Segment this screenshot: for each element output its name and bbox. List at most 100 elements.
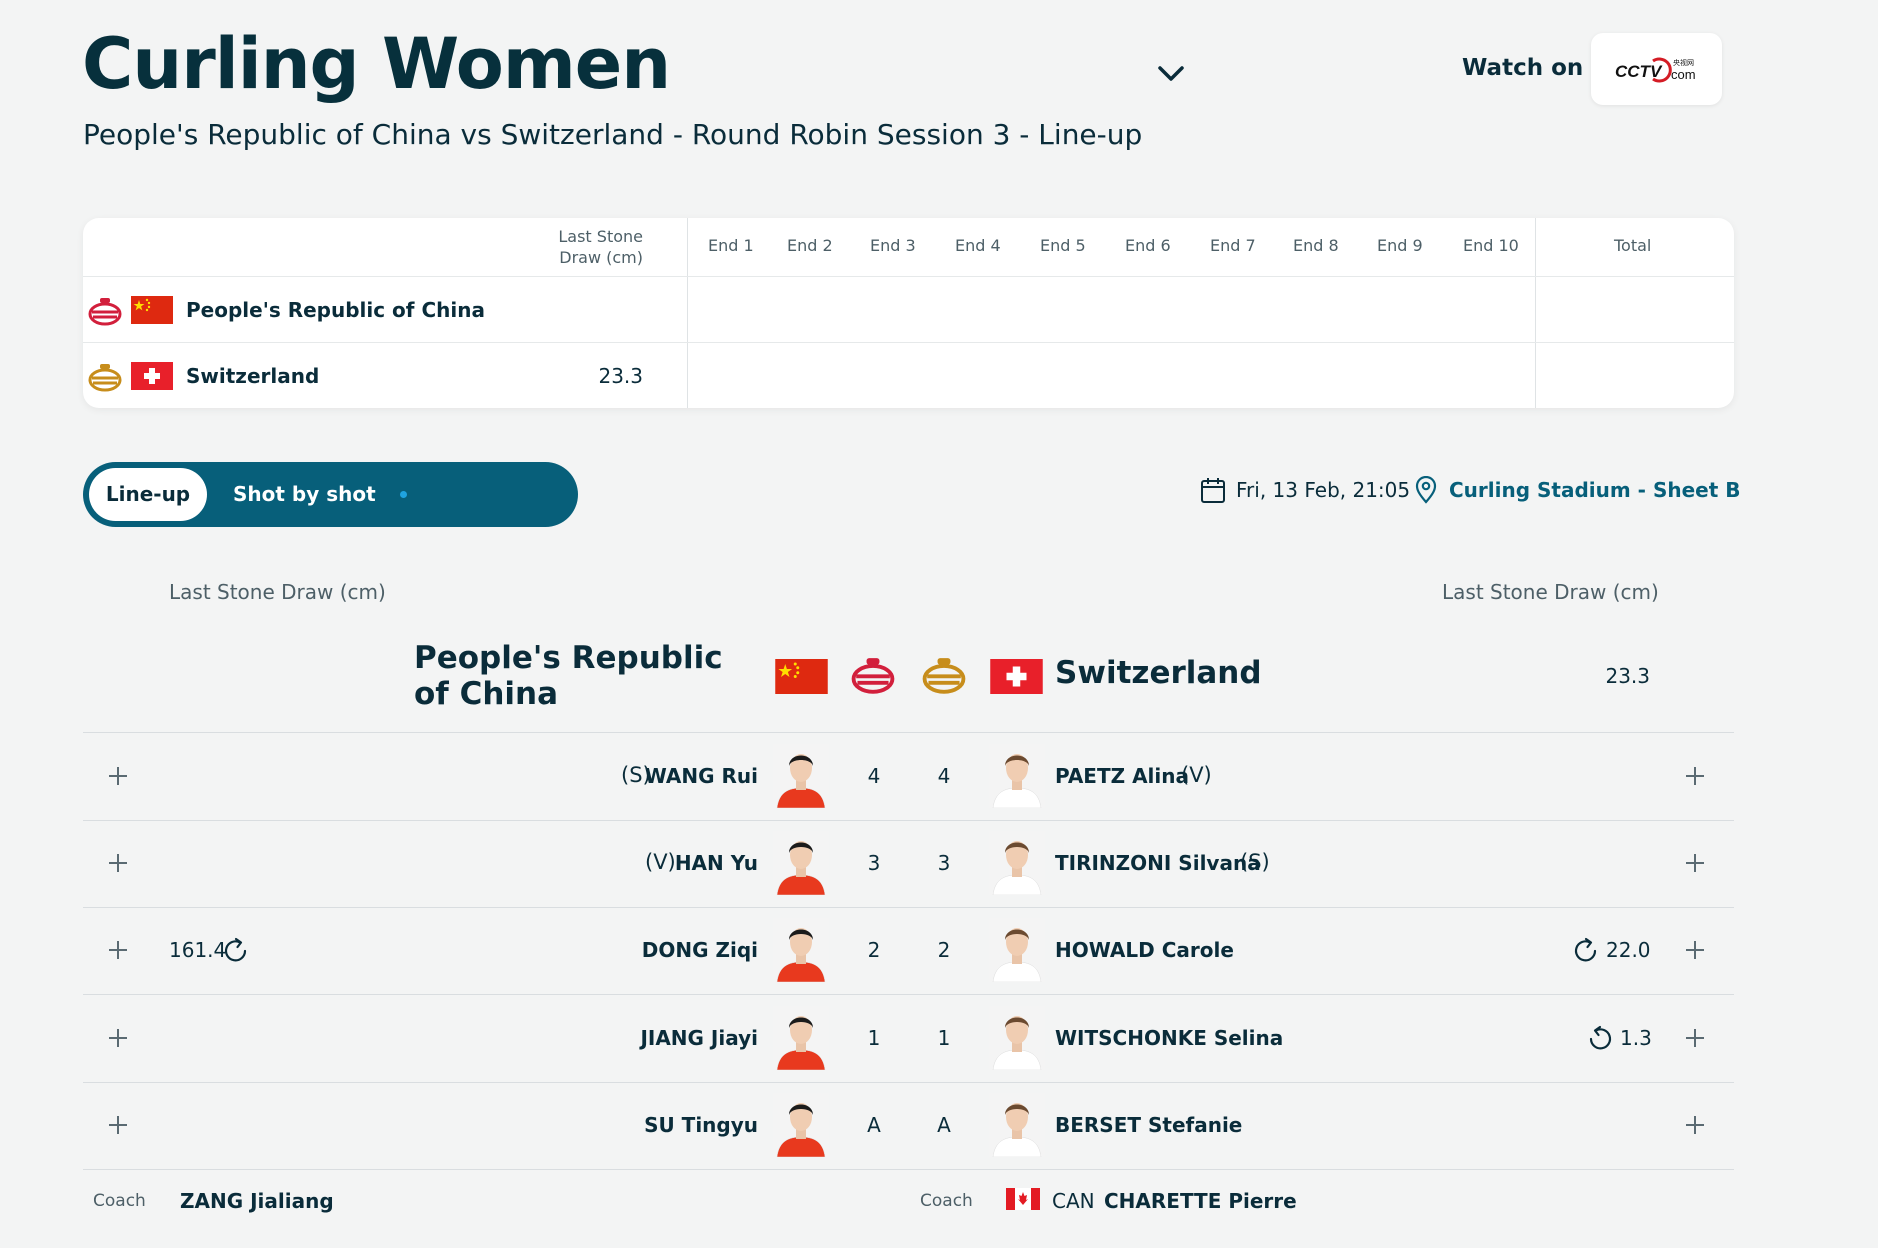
home-player-2-photo: [773, 831, 829, 895]
clockwise-rotation-icon: [224, 937, 247, 962]
away-player-5-photo: [989, 1093, 1045, 1157]
away-player-3-lsd: 22.0: [1606, 938, 1651, 962]
home-player-2-order: 3: [867, 851, 881, 875]
event-date-text: Fri, 13 Feb, 21:05: [1236, 478, 1411, 502]
home-player-4-name[interactable]: JIANG Jiayi: [458, 1026, 758, 1050]
switzerland-flag-icon: [131, 362, 173, 390]
scoreboard-header-end-4: End 4: [955, 236, 1001, 255]
home-player-3-order: 2: [867, 938, 881, 962]
away-player-4-order: 1: [937, 1026, 951, 1050]
away-coach-name[interactable]: CHARETTE Pierre: [1104, 1189, 1297, 1213]
home-player-4-photo: [773, 1006, 829, 1070]
home-player-1-order: 4: [867, 764, 881, 788]
yellow-stone-icon: [88, 364, 122, 392]
away-player-1-order: 4: [937, 764, 951, 788]
chevron-down-icon[interactable]: [1156, 62, 1186, 86]
svg-text:CCTV: CCTV: [1615, 62, 1663, 81]
home-lsd-header: Last Stone Draw (cm): [169, 580, 386, 604]
away-player-3-photo: [989, 918, 1045, 982]
calendar-icon: [1201, 478, 1225, 503]
away-team-name: Switzerland: [1055, 655, 1262, 691]
expand-home-player-1-button[interactable]: [109, 767, 127, 785]
scoreboard-header-end-10: End 10: [1463, 236, 1519, 255]
expand-away-player-1-button[interactable]: [1686, 767, 1704, 785]
expand-home-player-2-button[interactable]: [109, 854, 127, 872]
svg-text:央视网: 央视网: [1673, 58, 1694, 67]
page-title: Curling Women: [82, 23, 671, 105]
yellow-stone-icon: [922, 658, 966, 694]
clockwise-rotation-icon: [1574, 937, 1597, 962]
away-player-2-name[interactable]: TIRINZONI Silvana: [1055, 851, 1261, 875]
home-player-4-order: 1: [867, 1026, 881, 1050]
scoreboard-header-end-3: End 3: [870, 236, 916, 255]
home-player-5-photo: [773, 1093, 829, 1157]
scoreboard-team-china: People's Republic of China: [186, 298, 485, 322]
away-player-4-photo: [989, 1006, 1045, 1070]
expand-home-player-3-button[interactable]: [109, 941, 127, 959]
scoreboard-header-end-6: End 6: [1125, 236, 1171, 255]
away-player-4-name[interactable]: WITSCHONKE Selina: [1055, 1026, 1283, 1050]
scoreboard-header-total: Total: [1614, 236, 1652, 255]
scoreboard-header-last-stone: Last Stone Draw (cm): [558, 227, 643, 267]
expand-away-player-4-button[interactable]: [1686, 1029, 1704, 1047]
home-coach-name[interactable]: ZANG Jialiang: [180, 1189, 334, 1213]
location-pin-icon: [1415, 476, 1437, 504]
svg-text:com: com: [1671, 67, 1696, 82]
red-stone-icon: [851, 658, 895, 694]
scoreboard: Last Stone Draw (cm) End 1 End 2 End 3 E…: [83, 218, 1734, 408]
home-player-3-photo: [773, 918, 829, 982]
home-player-3-name[interactable]: DONG Ziqi: [458, 938, 758, 962]
view-toggle: Line-up Shot by shot: [83, 462, 578, 527]
expand-home-player-5-button[interactable]: [109, 1116, 127, 1134]
scoreboard-header-end-5: End 5: [1040, 236, 1086, 255]
watch-on-label: Watch on: [1462, 55, 1584, 81]
expand-away-player-3-button[interactable]: [1686, 941, 1704, 959]
cctv-logo: CCTV com 央视网: [1615, 57, 1696, 83]
home-team-name: People's Republic of China: [414, 640, 723, 712]
away-player-3-order: 2: [937, 938, 951, 962]
away-player-5-order: A: [937, 1113, 951, 1137]
away-player-2-photo: [989, 831, 1045, 895]
broadcaster-logo-button[interactable]: CCTV com 央视网: [1591, 33, 1722, 105]
home-coach-label: Coach: [93, 1191, 146, 1211]
scoreboard-team-switzerland: Switzerland: [186, 364, 320, 388]
away-player-5-name[interactable]: BERSET Stefanie: [1055, 1113, 1242, 1137]
counterclockwise-rotation-icon: [1589, 1025, 1612, 1050]
away-player-2-position: (S): [1240, 850, 1270, 874]
away-player-3-name[interactable]: HOWALD Carole: [1055, 938, 1234, 962]
away-coach-noc: CAN: [1052, 1189, 1095, 1213]
page-subtitle: People's Republic of China vs Switzerlan…: [83, 118, 1143, 151]
scoreboard-lsd-switzerland: 23.3: [598, 364, 643, 388]
home-player-5-name[interactable]: SU Tingyu: [458, 1113, 758, 1137]
tab-lineup[interactable]: Line-up: [89, 468, 207, 521]
scoreboard-header-end-2: End 2: [787, 236, 833, 255]
scoreboard-header-end-8: End 8: [1293, 236, 1339, 255]
home-player-2-name[interactable]: HAN Yu: [458, 851, 758, 875]
tab-shot-by-shot[interactable]: Shot by shot: [233, 462, 376, 527]
away-player-1-position: (V): [1181, 763, 1212, 787]
canada-flag-icon: [1006, 1188, 1040, 1210]
away-player-2-order: 3: [937, 851, 951, 875]
away-lsd-header: Last Stone Draw (cm): [1442, 580, 1659, 604]
scoreboard-header-end-9: End 9: [1377, 236, 1423, 255]
switzerland-flag-icon: [990, 659, 1043, 694]
away-player-1-name[interactable]: PAETZ Alina: [1055, 764, 1189, 788]
loading-indicator: [400, 491, 407, 498]
away-player-4-lsd: 1.3: [1620, 1026, 1652, 1050]
event-location-text[interactable]: Curling Stadium - Sheet B: [1449, 478, 1740, 502]
home-player-3-lsd: 161.4: [169, 938, 227, 962]
red-stone-icon: [88, 298, 122, 326]
home-player-1-name[interactable]: WANG Rui: [458, 764, 758, 788]
expand-away-player-5-button[interactable]: [1686, 1116, 1704, 1134]
away-coach-label: Coach: [920, 1191, 973, 1211]
expand-home-player-4-button[interactable]: [109, 1029, 127, 1047]
china-flag-icon: [131, 296, 173, 324]
china-flag-icon: [775, 659, 828, 694]
scoreboard-header-end-7: End 7: [1210, 236, 1256, 255]
home-player-1-photo: [773, 744, 829, 808]
away-team-lsd: 23.3: [1605, 664, 1650, 688]
scoreboard-header-end-1: End 1: [708, 236, 754, 255]
home-player-5-order: A: [867, 1113, 881, 1137]
expand-away-player-2-button[interactable]: [1686, 854, 1704, 872]
away-player-1-photo: [989, 744, 1045, 808]
